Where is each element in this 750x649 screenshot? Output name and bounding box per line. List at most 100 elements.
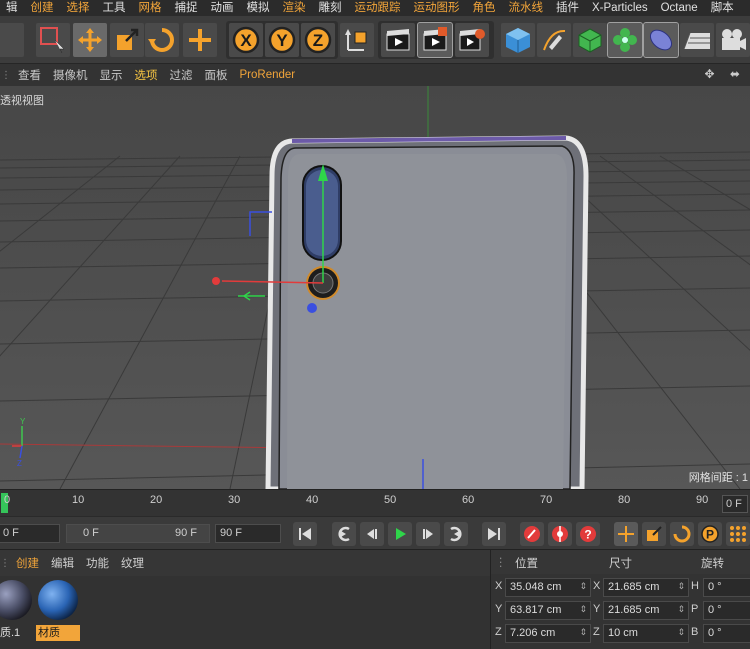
view-menu-prorender[interactable]: ProRender bbox=[234, 69, 302, 81]
render-settings-button[interactable] bbox=[455, 23, 489, 57]
render-view-button[interactable] bbox=[381, 23, 415, 57]
y-axis-lock-button[interactable]: Y bbox=[265, 23, 299, 57]
menu-mograph[interactable]: 运动图形 bbox=[408, 0, 467, 16]
skip-end-icon bbox=[488, 528, 500, 540]
menu-plugins[interactable]: 插件 bbox=[550, 0, 586, 16]
view-menu-options[interactable]: 选项 bbox=[129, 67, 164, 83]
viewport-scene[interactable]: Y Z bbox=[0, 86, 750, 489]
frame-range-slider[interactable]: 0 F 90 F bbox=[66, 524, 210, 543]
goto-start-button[interactable] bbox=[293, 522, 317, 546]
menu-mesh[interactable]: 网格 bbox=[133, 0, 169, 16]
camera-button[interactable] bbox=[716, 23, 750, 57]
material-swatch-selected[interactable]: 材质 bbox=[36, 578, 80, 641]
key-pla-button[interactable] bbox=[726, 522, 750, 546]
menu-pipeline[interactable]: 流水线 bbox=[503, 0, 551, 16]
current-frame-field[interactable]: 0 F bbox=[0, 524, 60, 543]
menu-script[interactable]: 脚本 bbox=[705, 0, 741, 16]
position-x-field[interactable]: 35.048 cm ⇕ bbox=[505, 578, 591, 597]
max-frame-field[interactable]: 90 F bbox=[215, 524, 281, 543]
view-menu-camera[interactable]: 摄像机 bbox=[47, 67, 94, 83]
x-axis-lock-button[interactable]: X bbox=[229, 23, 263, 57]
stepper-icon[interactable]: ⇕ bbox=[677, 627, 685, 638]
rotation-b-field[interactable]: 0 ° bbox=[703, 624, 750, 643]
view-menu-panel[interactable]: 面板 bbox=[199, 67, 234, 83]
menu-x-particles[interactable]: X-Particles bbox=[586, 0, 655, 16]
material-menu-edit[interactable]: 编辑 bbox=[45, 555, 80, 571]
scale-icon bbox=[117, 28, 139, 50]
next-frame-button[interactable] bbox=[416, 522, 440, 546]
deformer-button[interactable] bbox=[643, 22, 679, 58]
material-menu-texture[interactable]: 纹理 bbox=[115, 555, 150, 571]
coordinate-system-button[interactable] bbox=[340, 23, 374, 57]
key-parameter-button[interactable]: P bbox=[698, 522, 722, 546]
view-navigation-icons[interactable]: ✥ ⬌ bbox=[705, 67, 746, 81]
gizmo-z-handle[interactable] bbox=[307, 303, 317, 313]
key-scale-button[interactable] bbox=[642, 522, 666, 546]
subdivision-button[interactable] bbox=[573, 23, 607, 57]
menu-create[interactable]: 创建 bbox=[25, 0, 61, 16]
prev-keyframe-button[interactable] bbox=[332, 522, 356, 546]
prev-frame-button[interactable] bbox=[360, 522, 384, 546]
floor-button[interactable] bbox=[680, 23, 714, 57]
keyframe-selection-button[interactable]: ? bbox=[576, 522, 600, 546]
timeline-ruler[interactable]: 0 10 20 30 40 50 60 70 80 90 0 F bbox=[0, 489, 750, 516]
rotation-p-field[interactable]: 0 ° bbox=[703, 601, 750, 620]
material-menu-function[interactable]: 功能 bbox=[80, 555, 115, 571]
next-keyframe-button[interactable] bbox=[444, 522, 468, 546]
stepper-icon[interactable]: ⇕ bbox=[677, 604, 685, 615]
key-position-button[interactable] bbox=[614, 522, 638, 546]
view-menu-display[interactable]: 显示 bbox=[94, 67, 129, 83]
play-button[interactable] bbox=[388, 522, 412, 546]
menu-sculpt[interactable]: 雕刻 bbox=[313, 0, 349, 16]
move-tool-button[interactable] bbox=[73, 23, 107, 57]
key-rotation-button[interactable] bbox=[670, 522, 694, 546]
size-y-field[interactable]: 21.685 cm ⇕ bbox=[603, 601, 689, 620]
scale-tool-button[interactable] bbox=[110, 23, 144, 57]
size-x-field[interactable]: 21.685 cm ⇕ bbox=[603, 578, 689, 597]
size-x-value: 21.685 cm bbox=[608, 581, 660, 593]
material-menu: ⋮ 创建 编辑 功能 纹理 bbox=[0, 550, 490, 576]
menu-octane[interactable]: Octane bbox=[655, 0, 705, 16]
z-axis-icon: Z bbox=[304, 26, 332, 54]
menu-motion-tracking[interactable]: 运动跟踪 bbox=[349, 0, 408, 16]
view-menu-view[interactable]: 查看 bbox=[12, 67, 47, 83]
undo-button[interactable] bbox=[0, 23, 24, 57]
size-z-field[interactable]: 10 cm ⇕ bbox=[603, 624, 689, 643]
menu-render[interactable]: 渲染 bbox=[277, 0, 313, 16]
rotation-axis-label: P bbox=[691, 603, 699, 615]
render-region-button[interactable] bbox=[36, 23, 70, 57]
record-active-button[interactable] bbox=[520, 522, 544, 546]
stepper-icon[interactable]: ⇕ bbox=[677, 581, 685, 592]
view-menu-filter[interactable]: 过滤 bbox=[164, 67, 199, 83]
end-frame-field[interactable]: 0 F bbox=[722, 495, 748, 513]
menu-snap[interactable]: 捕捉 bbox=[169, 0, 205, 16]
menu-tools[interactable]: 工具 bbox=[97, 0, 133, 16]
menu-edit[interactable]: 辑 bbox=[0, 0, 25, 16]
stepper-icon[interactable]: ⇕ bbox=[579, 627, 587, 638]
stepper-icon[interactable]: ⇕ bbox=[579, 604, 587, 615]
transform-tool-button[interactable] bbox=[183, 23, 217, 57]
phone-model[interactable] bbox=[265, 135, 589, 489]
render-settings-icon bbox=[459, 29, 485, 51]
pen-tool-button[interactable] bbox=[537, 23, 571, 57]
cube-object-button[interactable] bbox=[501, 23, 535, 57]
rotation-h-field[interactable]: 0 ° bbox=[703, 578, 750, 597]
menu-simulate[interactable]: 模拟 bbox=[241, 0, 277, 16]
rotate-tool-button[interactable] bbox=[145, 23, 179, 57]
cloner-button[interactable] bbox=[607, 22, 643, 58]
position-y-field[interactable]: 63.817 cm ⇕ bbox=[505, 601, 591, 620]
material-name: 质.1 bbox=[0, 627, 21, 639]
autokey-button[interactable] bbox=[548, 522, 572, 546]
render-picture-viewer-button[interactable] bbox=[417, 22, 453, 58]
material-menu-create[interactable]: 创建 bbox=[10, 555, 45, 571]
perspective-viewport[interactable]: Y Z 透视视图 网格间距 : 1 bbox=[0, 86, 750, 489]
material-swatch[interactable]: 质.1 bbox=[0, 578, 34, 640]
z-axis-lock-button[interactable]: Z bbox=[301, 23, 335, 57]
menu-animate[interactable]: 动画 bbox=[205, 0, 241, 16]
menu-select[interactable]: 选择 bbox=[61, 0, 97, 16]
gizmo-x-handle[interactable] bbox=[212, 277, 220, 285]
goto-end-button[interactable] bbox=[482, 522, 506, 546]
menu-character[interactable]: 角色 bbox=[467, 0, 503, 16]
position-z-field[interactable]: 7.206 cm ⇕ bbox=[505, 624, 591, 643]
stepper-icon[interactable]: ⇕ bbox=[579, 581, 587, 592]
